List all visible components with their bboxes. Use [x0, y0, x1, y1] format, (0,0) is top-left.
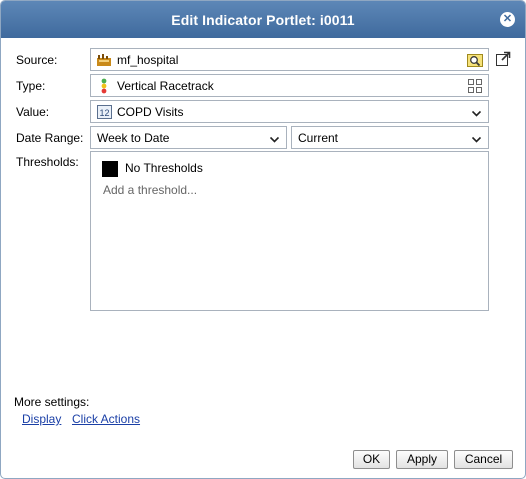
search-folder-icon[interactable]	[467, 52, 483, 68]
date-range-label: Date Range:	[16, 131, 84, 145]
threshold-color-swatch[interactable]	[102, 161, 118, 177]
more-settings-label: More settings:	[14, 395, 90, 409]
thresholds-label: Thresholds:	[16, 155, 79, 169]
svg-text:12: 12	[99, 108, 109, 118]
ok-button[interactable]: OK	[353, 450, 390, 469]
type-field[interactable]: Vertical Racetrack	[90, 74, 489, 97]
chevron-down-icon	[471, 107, 482, 117]
date-period-select[interactable]: Current	[291, 126, 489, 149]
value-value: COPD Visits	[117, 105, 184, 119]
date-range-select[interactable]: Week to Date	[90, 126, 287, 149]
title-bar: Edit Indicator Portlet: i0011 ✕	[1, 1, 525, 38]
type-label: Type:	[16, 79, 46, 93]
open-external-icon[interactable]	[495, 51, 511, 67]
chevron-down-icon	[269, 133, 280, 143]
type-value: Vertical Racetrack	[117, 79, 214, 93]
click-actions-link[interactable]: Click Actions	[72, 412, 140, 426]
source-value: mf_hospital	[117, 53, 179, 67]
edit-indicator-dialog: Edit Indicator Portlet: i0011 ✕ Source: …	[0, 0, 526, 479]
apply-button[interactable]: Apply	[396, 450, 448, 469]
date-range-value: Week to Date	[97, 131, 170, 145]
source-label: Source:	[16, 53, 58, 67]
racetrack-icon	[101, 78, 107, 94]
value-select[interactable]: 12 COPD Visits	[90, 100, 489, 123]
cancel-button[interactable]: Cancel	[454, 450, 513, 469]
database-icon	[97, 54, 111, 66]
add-threshold-link[interactable]: Add a threshold...	[103, 183, 197, 197]
number-12-icon: 12	[97, 105, 112, 119]
close-icon[interactable]: ✕	[500, 12, 515, 27]
chevron-down-icon	[471, 133, 482, 143]
threshold-item-label: No Thresholds	[125, 161, 203, 175]
source-field[interactable]: mf_hospital	[90, 48, 489, 71]
dialog-title: Edit Indicator Portlet: i0011	[171, 11, 355, 28]
display-link[interactable]: Display	[22, 412, 61, 426]
value-label: Value:	[16, 105, 50, 119]
grid-icon[interactable]	[468, 79, 482, 93]
thresholds-list: No Thresholds Add a threshold...	[90, 151, 489, 311]
date-period-value: Current	[298, 131, 339, 145]
